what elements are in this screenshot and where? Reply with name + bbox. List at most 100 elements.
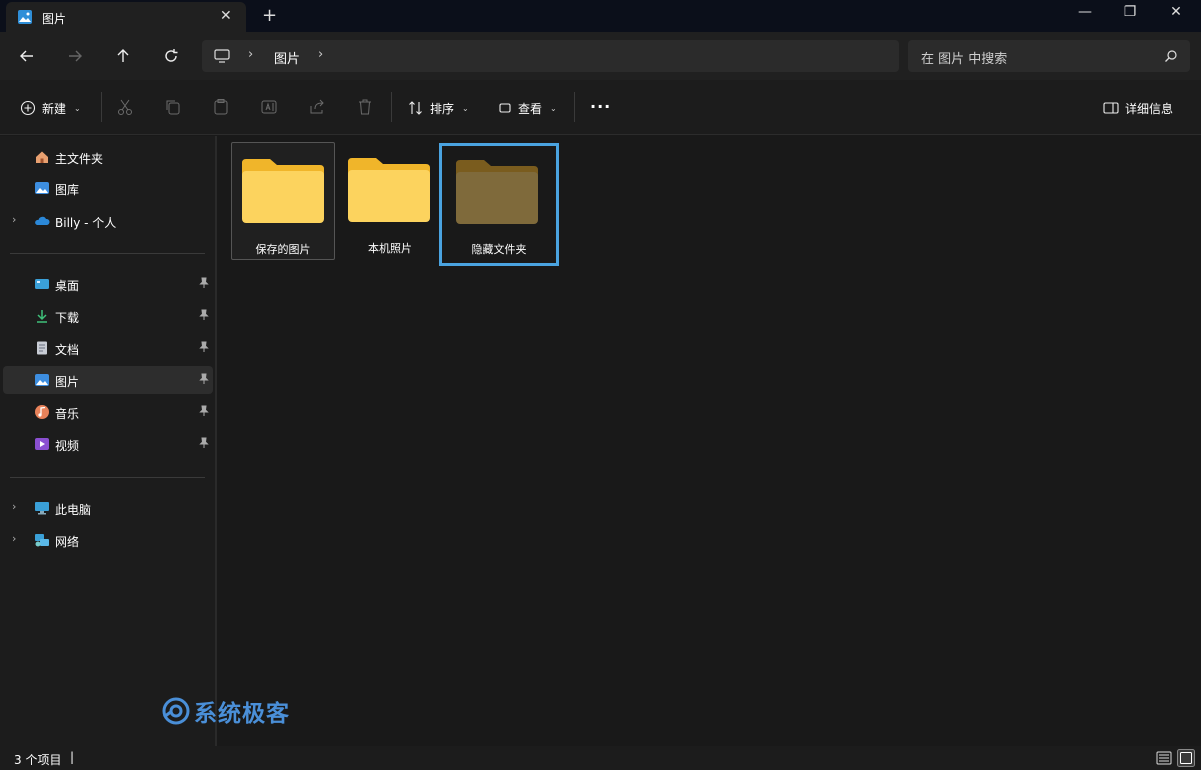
- sidebar-item-label: 文档: [55, 343, 80, 357]
- pin-icon[interactable]: [199, 309, 209, 321]
- sidebar-item-pictures[interactable]: 图片: [3, 366, 213, 394]
- watermark: 系统极客: [162, 694, 290, 728]
- item-count: 3 个项目: [14, 753, 62, 767]
- music-icon: [35, 405, 49, 419]
- watermark-logo-icon: [162, 697, 190, 725]
- pin-icon[interactable]: [199, 277, 209, 289]
- title-bar: 图片 ✕ + — ❐ ✕: [0, 0, 1201, 32]
- search-input[interactable]: 在 图片 中搜索: [921, 48, 1007, 67]
- chevron-down-icon: ⌄: [74, 103, 81, 113]
- folder-icon: [348, 158, 430, 222]
- details-pane-icon: [1103, 102, 1119, 114]
- gallery-icon: [35, 182, 49, 194]
- delete-icon[interactable]: [356, 98, 374, 116]
- sidebar-item-network[interactable]: › 网络: [3, 526, 213, 554]
- sidebar-item-label: 图库: [55, 183, 80, 197]
- paste-icon[interactable]: [212, 98, 230, 116]
- search-icon[interactable]: [1164, 49, 1178, 63]
- new-label: 新建: [42, 101, 67, 116]
- sidebar-item-label: 桌面: [55, 279, 80, 293]
- computer-icon[interactable]: [214, 48, 230, 64]
- pin-icon[interactable]: [199, 373, 209, 385]
- view-button[interactable]: 查看 ⌄: [498, 98, 557, 118]
- sidebar-item-label: 此电脑: [55, 503, 92, 517]
- status-separator: |: [70, 750, 75, 764]
- view-icon: [499, 103, 511, 113]
- sidebar-item-home[interactable]: 主文件夹: [3, 143, 213, 171]
- maximize-button[interactable]: ❐: [1115, 4, 1145, 20]
- file-list[interactable]: 保存的图片 本机照片 隐藏文件夹: [217, 136, 1201, 746]
- address-bar[interactable]: › 图片 ›: [202, 40, 899, 72]
- minimize-button[interactable]: —: [1070, 4, 1100, 20]
- new-tab-button[interactable]: +: [262, 5, 277, 26]
- pictures-icon: [18, 10, 32, 24]
- large-icons-view-icon[interactable]: [1177, 749, 1195, 767]
- desktop-icon: [35, 279, 49, 289]
- search-box[interactable]: 在 图片 中搜索: [908, 40, 1190, 72]
- up-icon[interactable]: [113, 46, 133, 66]
- folder-name: 保存的图片: [255, 243, 311, 256]
- view-label: 查看: [518, 101, 543, 116]
- new-button[interactable]: 新建 ⌄: [20, 98, 81, 118]
- divider: [10, 253, 205, 254]
- divider: [574, 92, 575, 122]
- watermark-text: 系统极客: [194, 701, 290, 727]
- expand-chevron-icon[interactable]: ›: [12, 500, 16, 513]
- tab-pictures[interactable]: 图片 ✕: [6, 2, 246, 32]
- folder-item[interactable]: 本机照片: [338, 142, 442, 258]
- back-icon[interactable]: [17, 46, 37, 66]
- sidebar-item-documents[interactable]: 文档: [3, 334, 213, 362]
- home-icon: [36, 151, 48, 163]
- folder-icon: [242, 159, 324, 223]
- rename-icon[interactable]: [260, 98, 278, 116]
- close-window-button[interactable]: ✕: [1161, 4, 1191, 20]
- sidebar-item-label: 下载: [55, 311, 80, 325]
- video-icon: [35, 438, 49, 450]
- sidebar-item-videos[interactable]: 视频: [3, 430, 213, 458]
- sidebar-item-label: 主文件夹: [55, 152, 104, 166]
- navigation-bar: › 图片 › 在 图片 中搜索: [0, 32, 1201, 80]
- more-options-icon[interactable]: ···: [590, 96, 611, 116]
- sidebar-item-label: 图片: [55, 375, 80, 389]
- hidden-folder-icon: [456, 160, 538, 224]
- share-icon[interactable]: [308, 98, 326, 116]
- divider: [391, 92, 392, 122]
- breadcrumb-pictures[interactable]: 图片: [274, 48, 300, 67]
- refresh-icon[interactable]: [161, 46, 181, 66]
- sidebar-item-music[interactable]: 音乐: [3, 398, 213, 426]
- details-pane-button[interactable]: 详细信息: [1103, 98, 1173, 118]
- command-bar: 新建 ⌄ 排序 ⌄ 查看 ⌄ ··· 详细信息: [0, 80, 1201, 135]
- folder-item[interactable]: 保存的图片: [231, 142, 335, 260]
- breadcrumb-chevron-icon[interactable]: ›: [248, 47, 253, 62]
- chevron-down-icon: ⌄: [462, 103, 469, 113]
- divider: [10, 477, 205, 478]
- expand-chevron-icon[interactable]: ›: [12, 213, 16, 226]
- pin-icon[interactable]: [199, 405, 209, 417]
- folder-item-highlighted[interactable]: 隐藏文件夹: [439, 143, 559, 266]
- computer-icon: [35, 502, 49, 515]
- pin-icon[interactable]: [199, 341, 209, 353]
- breadcrumb-chevron-icon[interactable]: ›: [318, 47, 323, 62]
- sidebar-item-label: Billy - 个人: [55, 216, 117, 230]
- expand-chevron-icon[interactable]: ›: [12, 532, 16, 545]
- details-label: 详细信息: [1125, 101, 1174, 116]
- sidebar-item-downloads[interactable]: 下载: [3, 302, 213, 330]
- sidebar-item-label: 视频: [55, 439, 80, 453]
- cut-icon[interactable]: [116, 98, 134, 116]
- sort-button[interactable]: 排序 ⌄: [408, 98, 469, 118]
- sort-label: 排序: [430, 101, 455, 116]
- sidebar-item-desktop[interactable]: 桌面: [3, 270, 213, 298]
- forward-icon[interactable]: [65, 46, 85, 66]
- add-icon: [20, 100, 36, 116]
- sidebar-item-onedrive[interactable]: › Billy - 个人: [3, 207, 213, 235]
- copy-icon[interactable]: [164, 98, 182, 116]
- sidebar-item-gallery[interactable]: 图库: [3, 174, 213, 202]
- details-view-icon[interactable]: [1155, 749, 1173, 767]
- divider: [101, 92, 102, 122]
- tab-close-icon[interactable]: ✕: [220, 8, 232, 24]
- pin-icon[interactable]: [199, 437, 209, 449]
- cloud-icon: [35, 216, 50, 225]
- sidebar-item-this-pc[interactable]: › 此电脑: [3, 494, 213, 522]
- sidebar-item-label: 音乐: [55, 407, 80, 421]
- status-bar: 3 个项目 |: [0, 746, 1201, 770]
